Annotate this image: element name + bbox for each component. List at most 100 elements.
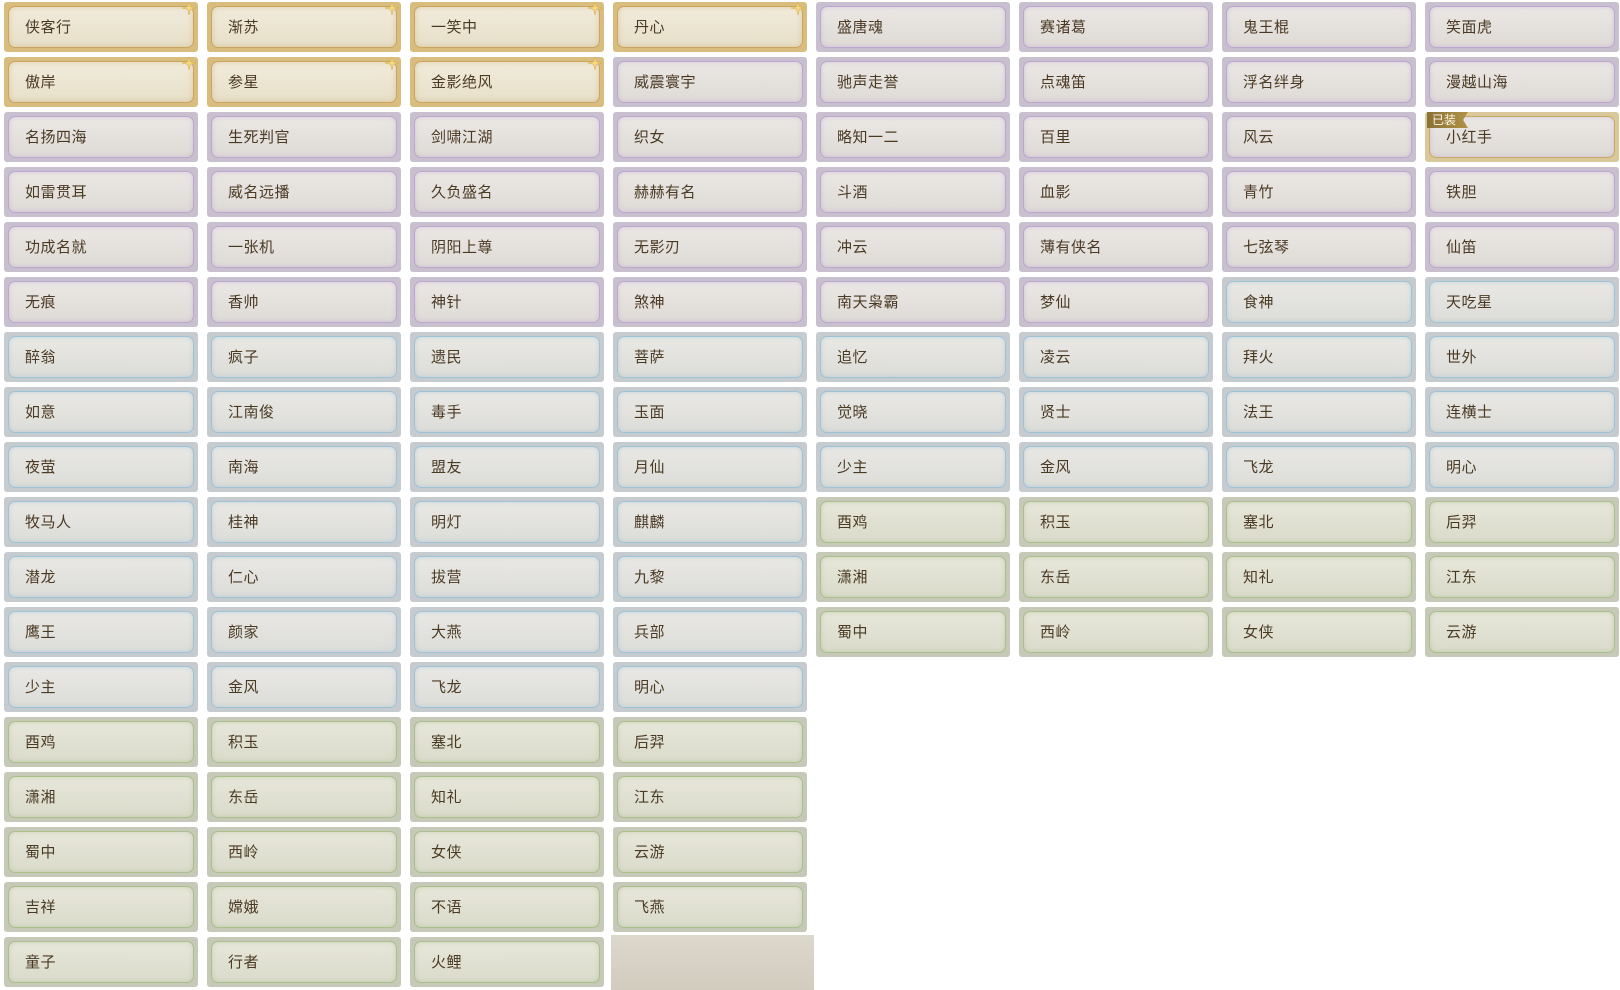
title-tile[interactable]: 金风 bbox=[207, 662, 401, 712]
title-tile[interactable]: 生死判官 bbox=[207, 112, 401, 162]
title-tile[interactable]: 名扬四海 bbox=[4, 112, 198, 162]
title-tile[interactable]: 火鲤 bbox=[410, 937, 604, 987]
title-tile[interactable]: 青竹 bbox=[1222, 167, 1416, 217]
title-tile[interactable]: 金风 bbox=[1019, 442, 1213, 492]
title-tile[interactable]: 疯子 bbox=[207, 332, 401, 382]
title-tile[interactable]: 女侠 bbox=[410, 827, 604, 877]
title-tile[interactable]: 飞燕 bbox=[613, 882, 807, 932]
title-tile[interactable]: 冲云 bbox=[816, 222, 1010, 272]
title-tile[interactable]: 童子 bbox=[4, 937, 198, 987]
title-tile[interactable]: 蜀中 bbox=[4, 827, 198, 877]
title-tile[interactable]: 神针 bbox=[410, 277, 604, 327]
title-tile[interactable]: 一笑中 bbox=[410, 2, 604, 52]
title-tile[interactable]: 仁心 bbox=[207, 552, 401, 602]
title-tile[interactable]: 西岭 bbox=[1019, 607, 1213, 657]
title-tile[interactable]: 追忆 bbox=[816, 332, 1010, 382]
title-tile[interactable]: 飞龙 bbox=[1222, 442, 1416, 492]
title-tile[interactable]: 略知一二 bbox=[816, 112, 1010, 162]
title-tile[interactable]: 驰声走誉 bbox=[816, 57, 1010, 107]
title-tile[interactable]: 觉晓 bbox=[816, 387, 1010, 437]
title-tile[interactable]: 酉鸡 bbox=[4, 717, 198, 767]
title-tile[interactable]: 拜火 bbox=[1222, 332, 1416, 382]
title-tile[interactable]: 仙笛 bbox=[1425, 222, 1619, 272]
title-tile[interactable]: 鹰王 bbox=[4, 607, 198, 657]
title-tile[interactable]: 薄有侠名 bbox=[1019, 222, 1213, 272]
title-tile[interactable]: 凌云 bbox=[1019, 332, 1213, 382]
title-tile[interactable]: 赫赫有名 bbox=[613, 167, 807, 217]
title-tile[interactable]: 无影刃 bbox=[613, 222, 807, 272]
title-tile[interactable]: 塞北 bbox=[1222, 497, 1416, 547]
title-tile[interactable]: 食神 bbox=[1222, 277, 1416, 327]
title-tile[interactable]: 大燕 bbox=[410, 607, 604, 657]
title-tile[interactable]: 醉翁 bbox=[4, 332, 198, 382]
title-tile[interactable]: 金影绝风 bbox=[410, 57, 604, 107]
title-tile[interactable]: 明灯 bbox=[410, 497, 604, 547]
title-tile[interactable]: 少主 bbox=[816, 442, 1010, 492]
title-tile[interactable]: 知礼 bbox=[410, 772, 604, 822]
title-tile[interactable]: 久负盛名 bbox=[410, 167, 604, 217]
title-tile[interactable]: 牧马人 bbox=[4, 497, 198, 547]
title-tile[interactable]: 香帅 bbox=[207, 277, 401, 327]
title-tile[interactable]: 渐苏 bbox=[207, 2, 401, 52]
title-tile[interactable]: 法王 bbox=[1222, 387, 1416, 437]
title-tile[interactable]: 百里 bbox=[1019, 112, 1213, 162]
title-tile[interactable]: 威名远播 bbox=[207, 167, 401, 217]
title-tile[interactable]: 颜家 bbox=[207, 607, 401, 657]
title-tile-equipped[interactable]: 小红手 已装 bbox=[1425, 112, 1619, 162]
title-tile[interactable]: 月仙 bbox=[613, 442, 807, 492]
title-tile[interactable]: 后羿 bbox=[613, 717, 807, 767]
title-tile[interactable]: 南海 bbox=[207, 442, 401, 492]
title-tile[interactable]: 东岳 bbox=[207, 772, 401, 822]
title-tile[interactable]: 吉祥 bbox=[4, 882, 198, 932]
title-tile[interactable]: 侠客行 bbox=[4, 2, 198, 52]
title-tile[interactable]: 笑面虎 bbox=[1425, 2, 1619, 52]
title-tile[interactable]: 功成名就 bbox=[4, 222, 198, 272]
title-tile[interactable]: 连横士 bbox=[1425, 387, 1619, 437]
title-tile[interactable]: 一张机 bbox=[207, 222, 401, 272]
title-tile[interactable]: 如意 bbox=[4, 387, 198, 437]
title-tile[interactable]: 酉鸡 bbox=[816, 497, 1010, 547]
title-tile[interactable]: 拔营 bbox=[410, 552, 604, 602]
title-tile[interactable]: 盛唐魂 bbox=[816, 2, 1010, 52]
title-tile[interactable]: 飞龙 bbox=[410, 662, 604, 712]
title-tile[interactable]: 桂神 bbox=[207, 497, 401, 547]
title-tile[interactable]: 煞神 bbox=[613, 277, 807, 327]
title-tile[interactable]: 潇湘 bbox=[816, 552, 1010, 602]
title-tile[interactable]: 菩萨 bbox=[613, 332, 807, 382]
title-tile[interactable]: 浮名绊身 bbox=[1222, 57, 1416, 107]
title-tile[interactable]: 西岭 bbox=[207, 827, 401, 877]
title-tile[interactable]: 云游 bbox=[1425, 607, 1619, 657]
title-tile[interactable]: 天吃星 bbox=[1425, 277, 1619, 327]
title-tile[interactable]: 积玉 bbox=[1019, 497, 1213, 547]
title-tile[interactable]: 东岳 bbox=[1019, 552, 1213, 602]
title-tile[interactable]: 江南俊 bbox=[207, 387, 401, 437]
title-tile[interactable]: 无痕 bbox=[4, 277, 198, 327]
title-tile[interactable]: 铁胆 bbox=[1425, 167, 1619, 217]
title-tile[interactable]: 不语 bbox=[410, 882, 604, 932]
title-tile[interactable]: 兵部 bbox=[613, 607, 807, 657]
title-tile[interactable]: 遗民 bbox=[410, 332, 604, 382]
title-tile[interactable]: 血影 bbox=[1019, 167, 1213, 217]
title-tile[interactable]: 塞北 bbox=[410, 717, 604, 767]
title-tile[interactable]: 蜀中 bbox=[816, 607, 1010, 657]
title-tile[interactable]: 贤士 bbox=[1019, 387, 1213, 437]
title-tile[interactable]: 积玉 bbox=[207, 717, 401, 767]
title-tile[interactable]: 七弦琴 bbox=[1222, 222, 1416, 272]
title-tile[interactable]: 行者 bbox=[207, 937, 401, 987]
title-tile[interactable]: 明心 bbox=[613, 662, 807, 712]
title-tile[interactable]: 鬼王棍 bbox=[1222, 2, 1416, 52]
title-tile[interactable]: 夜萤 bbox=[4, 442, 198, 492]
title-tile[interactable]: 后羿 bbox=[1425, 497, 1619, 547]
title-tile[interactable]: 点魂笛 bbox=[1019, 57, 1213, 107]
title-tile[interactable]: 如雷贯耳 bbox=[4, 167, 198, 217]
title-tile[interactable]: 织女 bbox=[613, 112, 807, 162]
title-tile[interactable]: 斗酒 bbox=[816, 167, 1010, 217]
title-tile[interactable]: 潜龙 bbox=[4, 552, 198, 602]
title-tile[interactable]: 江东 bbox=[1425, 552, 1619, 602]
title-tile[interactable]: 九黎 bbox=[613, 552, 807, 602]
title-tile[interactable]: 丹心 bbox=[613, 2, 807, 52]
title-tile[interactable]: 潇湘 bbox=[4, 772, 198, 822]
title-tile[interactable]: 风云 bbox=[1222, 112, 1416, 162]
title-tile[interactable]: 玉面 bbox=[613, 387, 807, 437]
title-tile[interactable]: 参星 bbox=[207, 57, 401, 107]
